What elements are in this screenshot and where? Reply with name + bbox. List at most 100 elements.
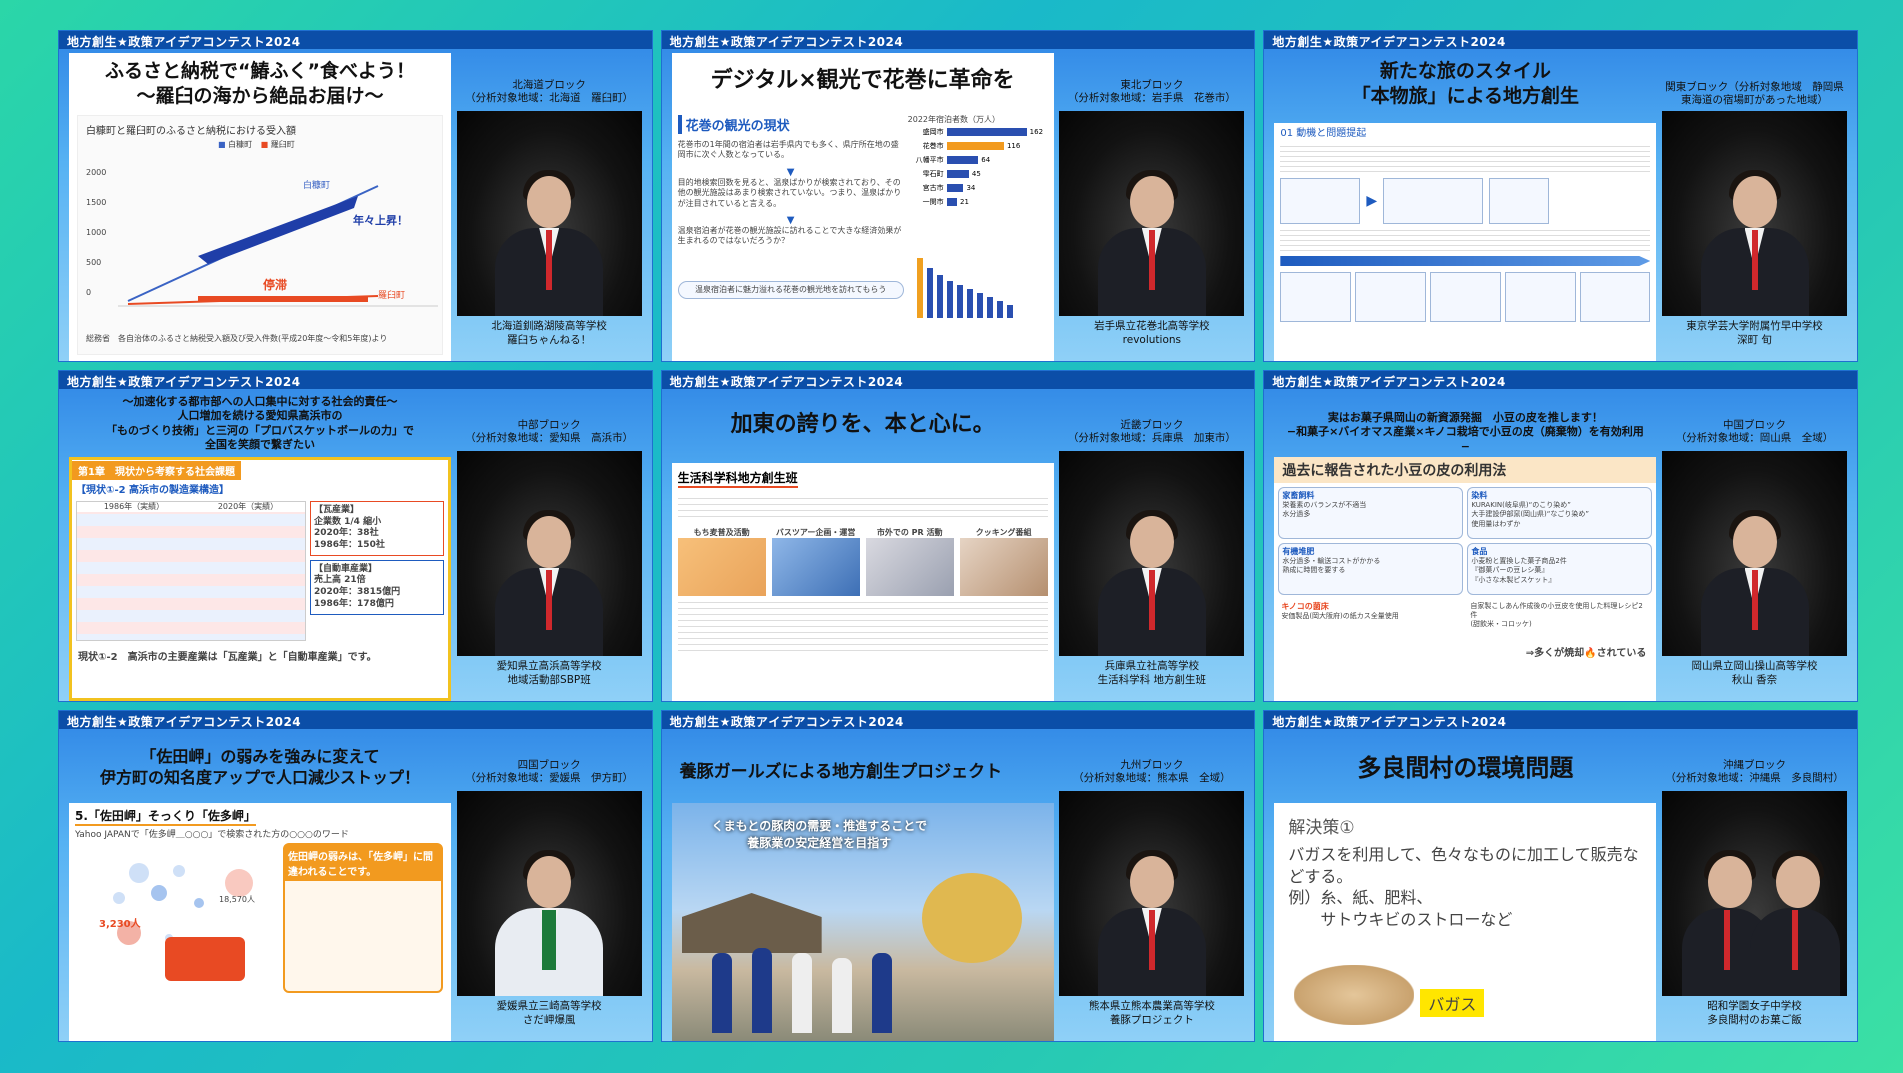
bar-chart: 2022年宿泊者数（万人） 盛岡市 162 花巻市 116 八幡平市 64 雫石町 45 宮古市… [908,115,1048,209]
slide-title: デジタル×観光で花巻に革命を [710,68,1015,93]
slide: 〜加速化する都市部への人口集中に対する社会的責任〜 人口増加を続ける愛知県高浜市… [69,393,451,701]
speaker [1750,846,1841,996]
slide-body: 第1章 現状から考察する社会課題 【現状①-2 高浜市の製造業構造】 1986年… [69,457,451,701]
chart: 白糠町と羅臼町のふるさと納税における受入額 ■ 白糠町 ■ 羅臼町 2000 15… [77,115,443,355]
section-title: 花巻の観光の現状 [677,115,904,134]
panel-kanto[interactable]: 地方創生★政策アイデアコンテスト2024 新たな旅のスタイル 「本物旅」による地… [1263,30,1858,362]
activity-list: もち麦普及活動 バスツアー企画・運営 市外での PR 活動 クッキング番組 [677,528,1048,597]
bar-row: 花巻市 116 [908,139,1048,153]
panel-tohoku[interactable]: 地方創生★政策アイデアコンテスト2024 デジタル×観光で花巻に革命を 花巻の観… [660,30,1256,362]
slide: 加東の誇りを、本と心に。 生活科学科地方創生班 もち麦普及活動 バスツアー企画・… [671,393,1054,701]
bar [946,128,1027,137]
contest-header: 地方創生★政策アイデアコンテスト2024 [661,31,1255,49]
slide-title: ふるさと納税で“鰆ふく”食べよう！ 〜羅臼の海から絶品お届け〜 [105,60,415,107]
school-label: 愛媛県立三崎高等学校 さだ岬爆風 [496,1000,602,1026]
section-title: 第1章 現状から考察する社会課題 [72,461,241,480]
speaker [489,846,609,996]
count-2: 3,230人 [99,919,141,930]
slide-body: 過去に報告された小豆の皮の利用法 家畜飼料 栄養素のバランスが不適当 水分過多 染… [1274,457,1657,701]
school-label: 東京学芸大学附属竹早中学校 深町 旬 [1686,320,1823,346]
slide: 多良間村の環境問題 解決策① バガスを利用して、色々なものに加工して販売などする… [1274,733,1657,1041]
text-1: 花巻市の1年間の宿泊者は岩手県内でも多く、県庁所在地の盛岡市に次ぐ人数となってい… [677,140,899,160]
label-up: 年々上昇！ [353,214,408,227]
panel-kyushu[interactable]: 地方創生★政策アイデアコンテスト2024 養豚ガールズによる地方創生プロジェクト… [660,710,1256,1042]
chart-source: 総務省 各自治体のふるさと納税受入額及び受入件数(平成20年度〜令和5年度)より [86,334,388,343]
speaker-video[interactable] [456,111,642,316]
section-title: 過去に報告された小豆の皮の利用法 [1274,457,1657,483]
count-1: 18,570人 [219,895,255,904]
section-title: 生活科学科地方創生班 [677,469,798,488]
bars: 盛岡市 162 花巻市 116 八幡平市 64 雫石町 45 宮古市 34 一関市 21 [908,125,1048,209]
bar [946,198,958,207]
slide: 養豚ガールズによる地方創生プロジェクト くまもとの豚肉の需要・推進することで 養… [671,733,1054,1041]
slide-body: 5.「佐田岬」そっくり「佐多岬」 Yahoo JAPANで「佐多岬＿○○○」で検… [69,803,451,1041]
slide: デジタル×観光で花巻に革命を 花巻の観光の現状 花巻市の1年間の宿泊者は岩手県内… [671,53,1054,361]
chart-label: 2022年宿泊者数（万人） [907,115,1001,124]
label-flat: 停滞 [263,278,288,292]
auto-industry-box: 【自動車産業】 売上高 21倍 2020年：3815億円 1986年：178億円 [310,559,444,615]
bar-value: 162 [1029,128,1044,137]
section-title: 01 動機と問題提起 [1280,128,1367,139]
uses-grid: 家畜飼料 栄養素のバランスが不適当 水分過多 染料 KURAKIN(岐阜県)“のこり… [1278,487,1653,643]
speaker [1695,166,1815,316]
slide-title: 養豚ガールズによる地方創生プロジェクト [679,762,1003,782]
y-ticks: 2000 1500 1000 500 0 [86,168,107,297]
callout-box: 佐田岬の弱みは、「佐多岬」に間違われることです。 [283,843,443,993]
slide-title: 「佐田岬」の弱みを強みに変えて 伊方町の知名度アップで人口減少ストップ！ [99,747,420,787]
speaker-video[interactable] [1662,791,1847,996]
block-label: 東北ブロック （分析対象地域：岩手県 花巻市） [1067,79,1236,105]
speaker-video[interactable] [1662,451,1847,656]
chart-title: 白糠町と羅臼町のふるさと納税における受入額 [86,126,296,137]
school-label: 北海道釧路湖陵高等学校 羅臼ちゃんねる！ [491,320,607,346]
speaker-video[interactable] [1059,451,1245,656]
body-text: バガスを利用して、色々なものに加工して販売などする。 例）糸、紙、肥料、 サトウ… [1288,845,1639,929]
chart-legend: ■ 白糠町 ■ 羅臼町 [218,140,295,149]
speaker-video[interactable] [456,451,642,656]
bar-row: 八幡平市 64 [908,153,1048,167]
school-label: 岡山県立岡山操山高等学校 秋山 香奈 [1691,660,1818,686]
text-2: 目的地検索回数を見ると、温泉ばかりが検索されており、その他の観光施設はあまり検索… [677,177,902,208]
block-label: 中国ブロック （分析対象地域：岡山県 全域） [1675,419,1834,445]
block-label: 九州ブロック （分析対象地域：熊本県 全域） [1073,759,1231,785]
contest-header: 地方創生★政策アイデアコンテスト2024 [59,31,652,49]
school-label: 兵庫県立社高等学校 生活科学科 地方創生班 [1097,660,1206,686]
slide-title: 〜加速化する都市部への人口集中に対する社会的責任〜 人口増加を続ける愛知県高浜市… [106,395,414,451]
bar-label: 宮古市 [922,184,944,193]
speaker-video[interactable] [456,791,642,996]
panel-chugoku[interactable]: 地方創生★政策アイデアコンテスト2024 実はお菓子県岡山の新資源発掘 小豆の皮… [1263,370,1858,702]
up-arrow [198,196,358,264]
bagasse-image [1294,965,1415,1025]
timeline-arrow [1280,256,1651,266]
panel-hokkaido[interactable]: 地方創生★政策アイデアコンテスト2024 ふるさと納税で“鰆ふく”食べよう！ 〜… [58,30,653,362]
block-label: 近畿ブロック （分析対象地域：兵庫県 加東市） [1067,419,1236,445]
bar-label: 盛岡市 [922,128,944,137]
bar-row: 盛岡市 162 [908,125,1048,139]
panel-okinawa[interactable]: 地方創生★政策アイデアコンテスト2024 多良間村の環境問題 解決策① バガスを… [1263,710,1858,1042]
bagasse-label: バガス [1420,989,1485,1017]
speaker-video[interactable] [1059,111,1245,316]
panel-kinki[interactable]: 地方創生★政策アイデアコンテスト2024 加東の誇りを、本と心に。 生活科学科地… [660,370,1256,702]
block-label: 中部ブロック （分析対象地域：愛知県 高浜市） [465,419,634,445]
panel-shikoku[interactable]: 地方創生★政策アイデアコンテスト2024 「佐田岬」の弱みを強みに変えて 伊方町… [58,710,653,1042]
block-label: 北海道ブロック （分析対象地域：北海道 羅臼町） [465,79,634,105]
bar [946,142,1004,151]
bar-row: 宮古市 34 [908,181,1048,195]
slide-title: 新たな旅のスタイル 「本物旅」による地方創生 [1351,60,1580,107]
slide: 実はお菓子県岡山の新資源発掘 小豆の皮を推します！ −和菓子×バイオマス産業×キ… [1274,393,1657,701]
bar-row: 一関市 21 [908,195,1048,209]
footer-note: ⇒多くが焼却🔥されている [1525,648,1647,659]
contest-header: 地方創生★政策アイデアコンテスト2024 [1264,711,1857,729]
contest-header: 地方創生★政策アイデアコンテスト2024 [1264,371,1857,389]
bar-label: 八幡平市 [915,156,944,165]
sub-title: 解決策① [1288,818,1355,838]
photo-overlay: くまもとの豚肉の需要・推進することで 養豚業の安定経営を目指す [711,819,927,850]
school-label: 愛知県立高浜高等学校 地域活動部SBP班 [496,660,602,686]
slide-title: 多良間村の環境問題 [1357,754,1574,782]
contest-header: 地方創生★政策アイデアコンテスト2024 [661,711,1255,729]
speaker [1092,506,1212,656]
speaker-video[interactable] [1059,791,1245,996]
speaker-video[interactable] [1662,111,1847,316]
panel-chubu[interactable]: 地方創生★政策アイデアコンテスト2024 〜加速化する都市部への人口集中に対する… [58,370,653,702]
text-3: 温泉宿泊者が花巻の観光施設に訪れることで大きな経済効果が生まれるのではないだろう… [677,225,902,246]
speaker [1695,506,1815,656]
